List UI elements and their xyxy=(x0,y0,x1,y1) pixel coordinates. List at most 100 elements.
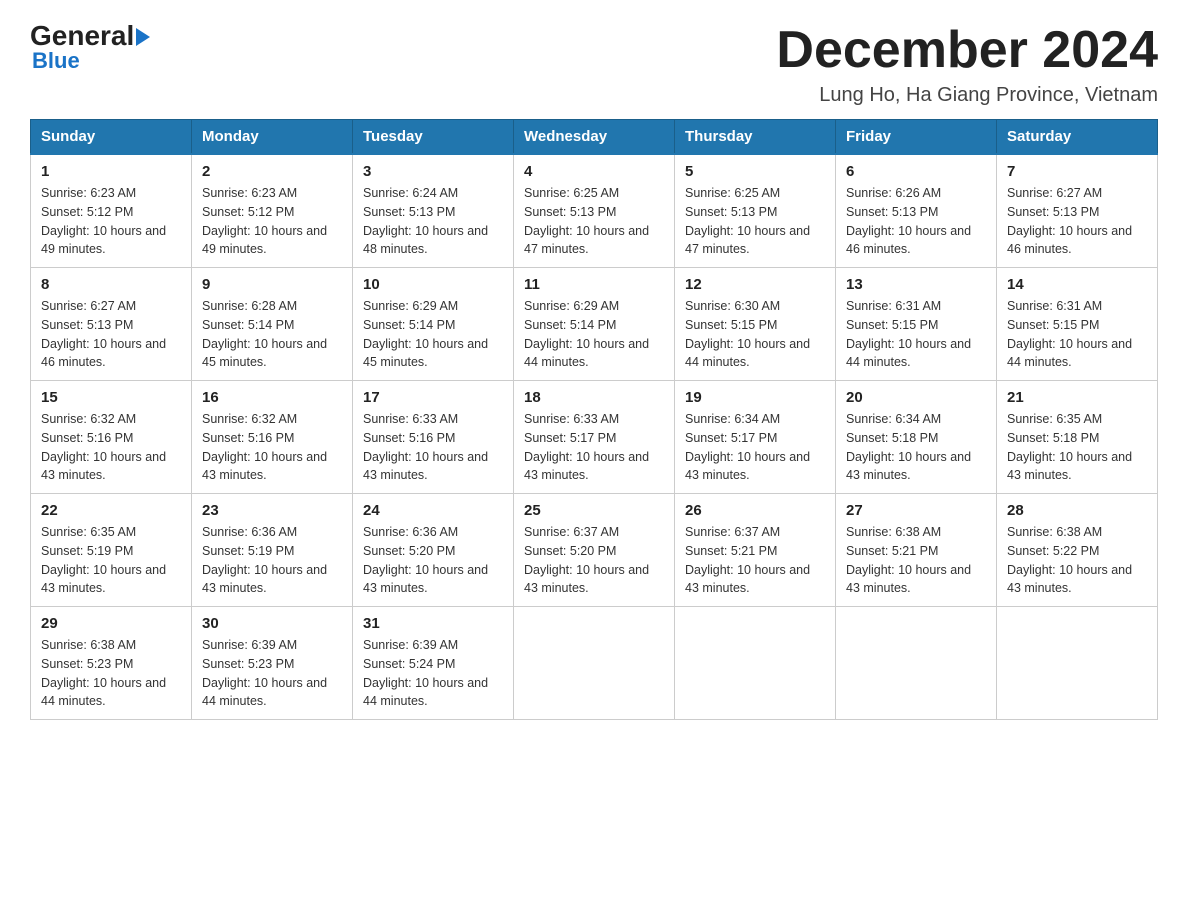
day-info: Sunrise: 6:39 AMSunset: 5:24 PMDaylight:… xyxy=(363,636,503,711)
calendar-cell: 6Sunrise: 6:26 AMSunset: 5:13 PMDaylight… xyxy=(836,154,997,268)
calendar-cell: 8 Sunrise: 6:27 AMSunset: 5:13 PMDaylight… xyxy=(31,268,192,381)
day-info: Sunrise: 6:37 AMSunset: 5:21 PMDaylight:… xyxy=(685,523,825,598)
day-info: Sunrise: 6:25 AMSunset: 5:13 PMDaylight:… xyxy=(524,184,664,259)
calendar-cell: 13 Sunrise: 6:31 AMSunset: 5:15 PMDayligh… xyxy=(836,268,997,381)
calendar-cell: 1 Sunrise: 6:23 AMSunset: 5:12 PMDaylight… xyxy=(31,154,192,268)
week-row-5: 29Sunrise: 6:38 AMSunset: 5:23 PMDayligh… xyxy=(31,607,1158,720)
calendar-cell: 26 Sunrise: 6:37 AMSunset: 5:21 PMDayligh… xyxy=(675,494,836,607)
day-number: 2 xyxy=(202,163,342,180)
day-info: Sunrise: 6:25 AMSunset: 5:13 PMDaylight:… xyxy=(685,184,825,259)
day-number: 11 xyxy=(524,276,664,293)
day-number: 29 xyxy=(41,615,181,632)
calendar-cell xyxy=(997,607,1158,720)
day-info: Sunrise: 6:39 AMSunset: 5:23 PMDaylight:… xyxy=(202,636,342,711)
logo-arrow-icon xyxy=(136,28,150,46)
day-info: Sunrise: 6:29 AMSunset: 5:14 PMDaylight:… xyxy=(363,297,503,372)
day-number: 25 xyxy=(524,502,664,519)
day-number: 26 xyxy=(685,502,825,519)
calendar-cell: 17Sunrise: 6:33 AMSunset: 5:16 PMDayligh… xyxy=(353,381,514,494)
day-number: 20 xyxy=(846,389,986,406)
calendar-cell: 14 Sunrise: 6:31 AMSunset: 5:15 PMDayligh… xyxy=(997,268,1158,381)
calendar-cell: 11 Sunrise: 6:29 AMSunset: 5:14 PMDayligh… xyxy=(514,268,675,381)
calendar-cell: 16 Sunrise: 6:32 AMSunset: 5:16 PMDayligh… xyxy=(192,381,353,494)
day-number: 16 xyxy=(202,389,342,406)
day-info: Sunrise: 6:38 AMSunset: 5:22 PMDaylight:… xyxy=(1007,523,1147,598)
day-number: 9 xyxy=(202,276,342,293)
calendar-table: SundayMondayTuesdayWednesdayThursdayFrid… xyxy=(30,119,1158,720)
week-row-4: 22Sunrise: 6:35 AMSunset: 5:19 PMDayligh… xyxy=(31,494,1158,607)
calendar-cell: 4 Sunrise: 6:25 AMSunset: 5:13 PMDaylight… xyxy=(514,154,675,268)
calendar-cell: 10 Sunrise: 6:29 AMSunset: 5:14 PMDayligh… xyxy=(353,268,514,381)
day-info: Sunrise: 6:33 AMSunset: 5:17 PMDaylight:… xyxy=(524,410,664,485)
day-info: Sunrise: 6:31 AMSunset: 5:15 PMDaylight:… xyxy=(1007,297,1147,372)
calendar-cell: 7Sunrise: 6:27 AMSunset: 5:13 PMDaylight… xyxy=(997,154,1158,268)
day-info: Sunrise: 6:36 AMSunset: 5:19 PMDaylight:… xyxy=(202,523,342,598)
day-number: 30 xyxy=(202,615,342,632)
day-header-wednesday: Wednesday xyxy=(514,120,675,155)
day-number: 27 xyxy=(846,502,986,519)
logo-area: General Blue xyxy=(30,20,150,74)
calendar-cell xyxy=(675,607,836,720)
day-number: 14 xyxy=(1007,276,1147,293)
calendar-cell xyxy=(514,607,675,720)
day-number: 23 xyxy=(202,502,342,519)
day-number: 1 xyxy=(41,163,181,180)
day-info: Sunrise: 6:29 AMSunset: 5:14 PMDaylight:… xyxy=(524,297,664,372)
calendar-cell: 22Sunrise: 6:35 AMSunset: 5:19 PMDayligh… xyxy=(31,494,192,607)
day-info: Sunrise: 6:34 AMSunset: 5:17 PMDaylight:… xyxy=(685,410,825,485)
calendar-cell: 21 Sunrise: 6:35 AMSunset: 5:18 PMDayligh… xyxy=(997,381,1158,494)
day-header-thursday: Thursday xyxy=(675,120,836,155)
day-info: Sunrise: 6:27 AMSunset: 5:13 PMDaylight:… xyxy=(41,297,181,372)
calendar-cell: 25Sunrise: 6:37 AMSunset: 5:20 PMDayligh… xyxy=(514,494,675,607)
day-number: 8 xyxy=(41,276,181,293)
calendar-cell: 24 Sunrise: 6:36 AMSunset: 5:20 PMDayligh… xyxy=(353,494,514,607)
day-header-friday: Friday xyxy=(836,120,997,155)
calendar-cell: 20 Sunrise: 6:34 AMSunset: 5:18 PMDayligh… xyxy=(836,381,997,494)
day-info: Sunrise: 6:32 AMSunset: 5:16 PMDaylight:… xyxy=(202,410,342,485)
day-number: 17 xyxy=(363,389,503,406)
day-info: Sunrise: 6:24 AMSunset: 5:13 PMDaylight:… xyxy=(363,184,503,259)
day-info: Sunrise: 6:23 AMSunset: 5:12 PMDaylight:… xyxy=(41,184,181,259)
day-info: Sunrise: 6:31 AMSunset: 5:15 PMDaylight:… xyxy=(846,297,986,372)
day-number: 15 xyxy=(41,389,181,406)
day-header-saturday: Saturday xyxy=(997,120,1158,155)
day-number: 21 xyxy=(1007,389,1147,406)
day-number: 24 xyxy=(363,502,503,519)
day-header-sunday: Sunday xyxy=(31,120,192,155)
calendar-cell: 15Sunrise: 6:32 AMSunset: 5:16 PMDayligh… xyxy=(31,381,192,494)
day-number: 18 xyxy=(524,389,664,406)
calendar-cell xyxy=(836,607,997,720)
day-number: 28 xyxy=(1007,502,1147,519)
calendar-header-row: SundayMondayTuesdayWednesdayThursdayFrid… xyxy=(31,120,1158,155)
calendar-cell: 28 Sunrise: 6:38 AMSunset: 5:22 PMDayligh… xyxy=(997,494,1158,607)
week-row-1: 1 Sunrise: 6:23 AMSunset: 5:12 PMDaylight… xyxy=(31,154,1158,268)
day-number: 13 xyxy=(846,276,986,293)
title-area: December 2024 Lung Ho, Ha Giang Province… xyxy=(776,20,1158,107)
day-number: 10 xyxy=(363,276,503,293)
calendar-cell: 3 Sunrise: 6:24 AMSunset: 5:13 PMDaylight… xyxy=(353,154,514,268)
day-number: 19 xyxy=(685,389,825,406)
calendar-cell: 29Sunrise: 6:38 AMSunset: 5:23 PMDayligh… xyxy=(31,607,192,720)
calendar-cell: 31 Sunrise: 6:39 AMSunset: 5:24 PMDayligh… xyxy=(353,607,514,720)
day-info: Sunrise: 6:34 AMSunset: 5:18 PMDaylight:… xyxy=(846,410,986,485)
day-info: Sunrise: 6:23 AMSunset: 5:12 PMDaylight:… xyxy=(202,184,342,259)
day-number: 12 xyxy=(685,276,825,293)
day-info: Sunrise: 6:35 AMSunset: 5:18 PMDaylight:… xyxy=(1007,410,1147,485)
day-info: Sunrise: 6:38 AMSunset: 5:21 PMDaylight:… xyxy=(846,523,986,598)
day-number: 22 xyxy=(41,502,181,519)
day-number: 3 xyxy=(363,163,503,180)
day-number: 31 xyxy=(363,615,503,632)
calendar-cell: 19 Sunrise: 6:34 AMSunset: 5:17 PMDayligh… xyxy=(675,381,836,494)
calendar-cell: 30 Sunrise: 6:39 AMSunset: 5:23 PMDayligh… xyxy=(192,607,353,720)
day-number: 4 xyxy=(524,163,664,180)
calendar-cell: 18 Sunrise: 6:33 AMSunset: 5:17 PMDayligh… xyxy=(514,381,675,494)
day-header-tuesday: Tuesday xyxy=(353,120,514,155)
day-info: Sunrise: 6:30 AMSunset: 5:15 PMDaylight:… xyxy=(685,297,825,372)
day-info: Sunrise: 6:28 AMSunset: 5:14 PMDaylight:… xyxy=(202,297,342,372)
calendar-cell: 5Sunrise: 6:25 AMSunset: 5:13 PMDaylight… xyxy=(675,154,836,268)
calendar-cell: 23 Sunrise: 6:36 AMSunset: 5:19 PMDayligh… xyxy=(192,494,353,607)
day-header-monday: Monday xyxy=(192,120,353,155)
header: General Blue December 2024 Lung Ho, Ha G… xyxy=(30,20,1158,107)
day-number: 7 xyxy=(1007,163,1147,180)
day-info: Sunrise: 6:36 AMSunset: 5:20 PMDaylight:… xyxy=(363,523,503,598)
